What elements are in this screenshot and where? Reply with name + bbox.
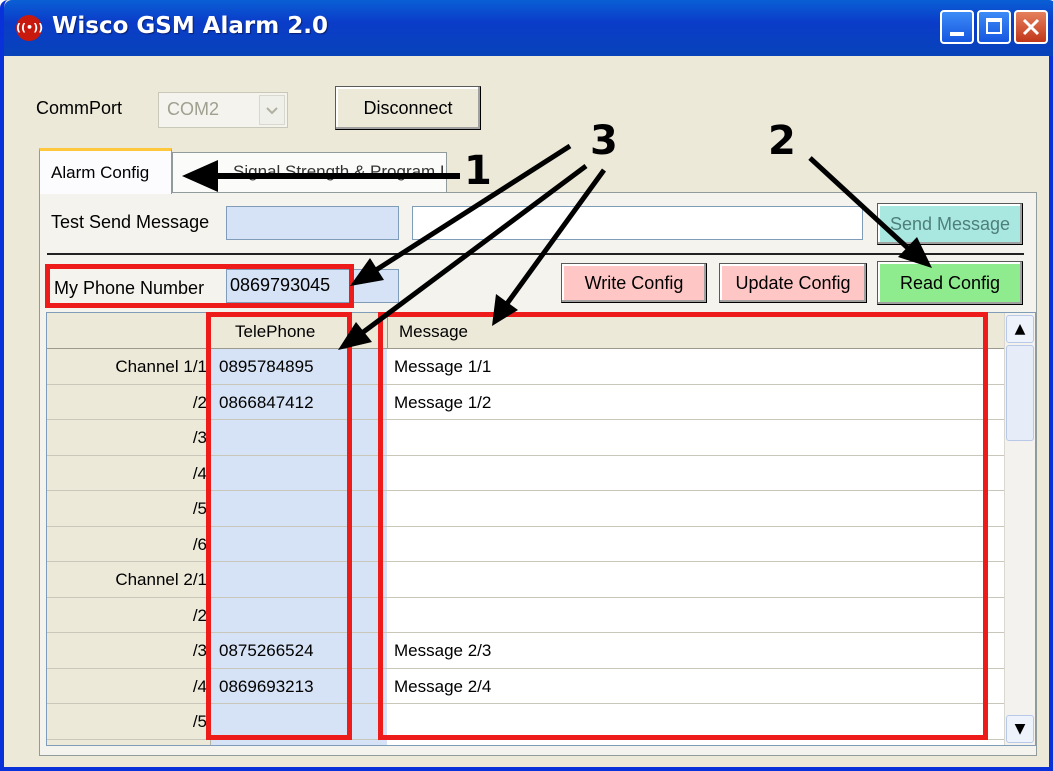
row-channel-label: /3 (192, 428, 207, 447)
separator-line (47, 253, 1024, 255)
tab-signal-strength[interactable]: Signal Strength & Program Log (172, 152, 447, 192)
row-channel-label: /5 (192, 712, 207, 731)
callout-1: 1 (464, 148, 492, 194)
callout-3: 3 (590, 118, 618, 164)
send-message-button[interactable]: Send Message (877, 203, 1023, 245)
read-config-button[interactable]: Read Config (877, 261, 1023, 305)
row-channel-label: /6 (192, 534, 207, 554)
close-icon (1022, 18, 1040, 36)
maximize-icon (986, 18, 1002, 34)
app-logo-icon: ((•)) (16, 15, 43, 41)
title-bar[interactable]: ((•)) Wisco GSM Alarm 2.0 (4, 0, 1053, 56)
disconnect-button[interactable]: Disconnect (335, 86, 481, 130)
test-send-phone-input[interactable] (226, 206, 399, 240)
callout-2: 2 (768, 118, 796, 164)
message-column-highlight-box (378, 312, 988, 740)
row-channel-label: /2 (192, 392, 207, 412)
minimize-button[interactable] (940, 10, 974, 44)
dropdown-button[interactable] (259, 95, 285, 125)
write-config-button[interactable]: Write Config (561, 263, 707, 303)
row-channel-label: Channel 1/1 (115, 357, 207, 376)
row-channel-label: /3 (192, 641, 207, 660)
row-channel-label: /5 (192, 499, 207, 518)
scroll-down-button[interactable]: ▼ (1006, 715, 1034, 743)
my-phone-highlight-box (45, 264, 354, 308)
window-title: Wisco GSM Alarm 2.0 (52, 13, 328, 39)
app-window: ((•)) Wisco GSM Alarm 2.0 CommPort COM2 … (0, 0, 1053, 771)
row-channel-label: /4 (192, 676, 207, 696)
test-send-label: Test Send Message (51, 212, 210, 232)
commport-select[interactable]: COM2 (158, 92, 288, 128)
maximize-button[interactable] (977, 10, 1011, 44)
row-channel-label: /4 (192, 463, 207, 483)
test-send-message-input[interactable] (412, 206, 863, 240)
arrow-up-icon: ▲ (1014, 321, 1026, 337)
scroll-thumb[interactable] (1006, 345, 1034, 441)
chevron-down-icon (266, 107, 278, 115)
update-config-button[interactable]: Update Config (719, 263, 867, 303)
telephone-column-highlight-box (206, 312, 352, 740)
arrow-down-icon: ▼ (1014, 721, 1026, 737)
row-channel-label: Channel 2/1 (115, 570, 207, 589)
tab-alarm-config[interactable]: Alarm Config (39, 148, 172, 194)
commport-value: COM2 (167, 99, 220, 119)
grid-scrollbar[interactable]: ▲ ▼ (1004, 313, 1035, 745)
row-channel-label: /2 (192, 605, 207, 625)
commport-label: CommPort (36, 98, 123, 118)
close-button[interactable] (1014, 10, 1048, 44)
minimize-icon (950, 32, 964, 36)
scroll-up-button[interactable]: ▲ (1006, 315, 1034, 343)
